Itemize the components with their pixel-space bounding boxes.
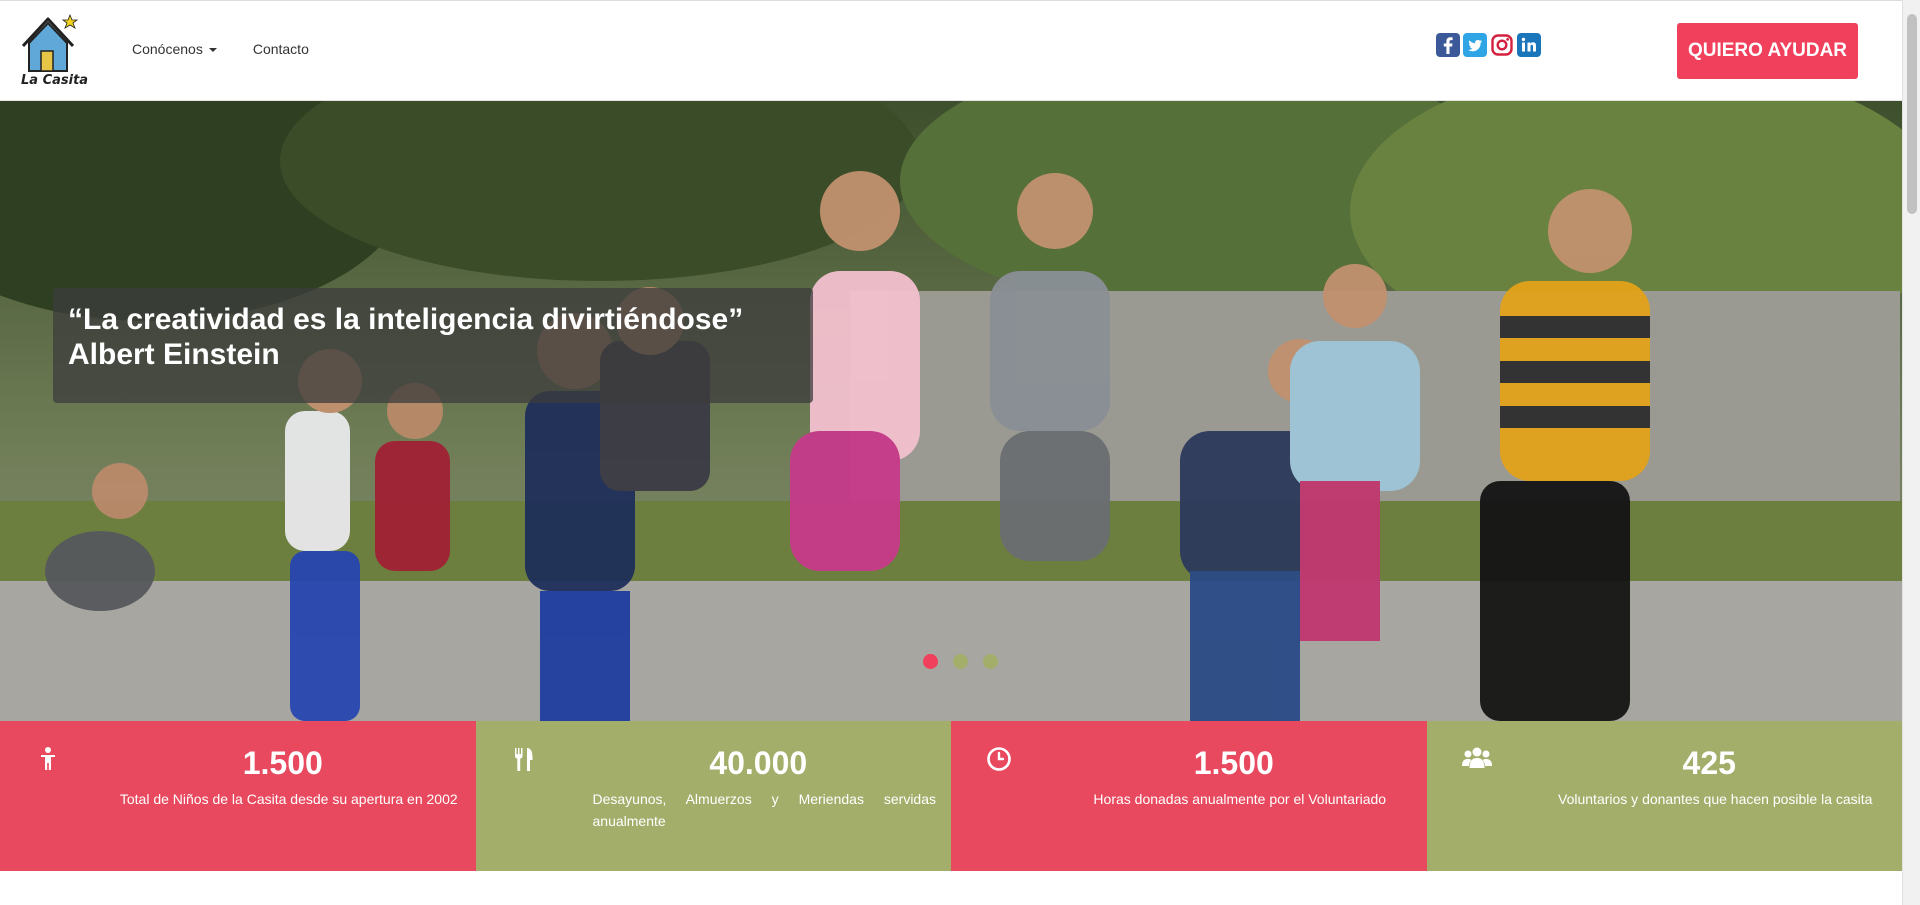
- social-links: [1436, 33, 1541, 57]
- hero-quote: “La creatividad es la inteligencia divir…: [53, 288, 813, 403]
- caret-down-icon: [208, 48, 217, 52]
- quote-text: “La creatividad es la inteligencia divir…: [68, 303, 744, 336]
- linkedin-icon[interactable]: [1517, 33, 1541, 57]
- stat-label: Horas donadas anualmente por el Voluntar…: [1093, 791, 1387, 807]
- facebook-icon[interactable]: [1436, 33, 1460, 57]
- stat-label: Total de Niños de la Casita desde su ape…: [119, 791, 458, 807]
- scrollbar-thumb[interactable]: [1907, 14, 1917, 214]
- instagram-icon[interactable]: [1490, 33, 1514, 57]
- stat-comidas: 40.000 Desayunos, Almuerzos y Meriendas …: [475, 721, 951, 871]
- stat-value: 1.500: [1193, 745, 1274, 781]
- stat-value: 1.500: [242, 745, 323, 781]
- nav-item-contacto[interactable]: Contacto: [253, 41, 309, 57]
- nav-item-label: Conócenos: [132, 41, 203, 57]
- hero-carousel: “La creatividad es la inteligencia divir…: [0, 101, 1902, 721]
- nav-item-conocenos[interactable]: Conócenos: [132, 41, 217, 57]
- stat-label: Desayunos, Almuerzos y Meriendas servida…: [592, 791, 937, 829]
- house-icon: [21, 13, 79, 72]
- stat-ninos: 1.500 Total de Niños de la Casita desde …: [0, 721, 476, 871]
- hero-photo: [0, 101, 1902, 721]
- stat-value: 40.000: [709, 745, 808, 781]
- carousel-indicators: [923, 654, 998, 669]
- stat-voluntarios: 425 Voluntarios y donantes que hacen pos…: [1426, 721, 1902, 871]
- quiero-ayudar-button[interactable]: QUIERO AYUDAR: [1677, 23, 1858, 79]
- main-nav: Conócenos Contacto: [132, 41, 309, 57]
- carousel-dot-3[interactable]: [983, 654, 998, 669]
- quote-author: Albert Einstein: [68, 338, 280, 371]
- nav-item-label: Contacto: [252, 41, 309, 57]
- brand-name: La Casita: [21, 73, 89, 88]
- page-scrollbar[interactable]: [1902, 0, 1920, 905]
- stat-label: Voluntarios y donantes que hacen posible…: [1558, 791, 1873, 807]
- carousel-dot-2[interactable]: [953, 654, 968, 669]
- twitter-icon[interactable]: [1463, 33, 1487, 57]
- carousel-dot-1[interactable]: [923, 654, 938, 669]
- stats-section: 1.500 Total de Niños de la Casita desde …: [0, 721, 1902, 871]
- stat-horas: 1.500 Horas donadas anualmente por el Vo…: [951, 721, 1427, 871]
- brand-logo[interactable]: La Casita: [19, 13, 88, 89]
- stat-value: 425: [1682, 745, 1736, 781]
- navbar: La Casita Conócenos Contacto QUIERO AYUD…: [0, 0, 1902, 101]
